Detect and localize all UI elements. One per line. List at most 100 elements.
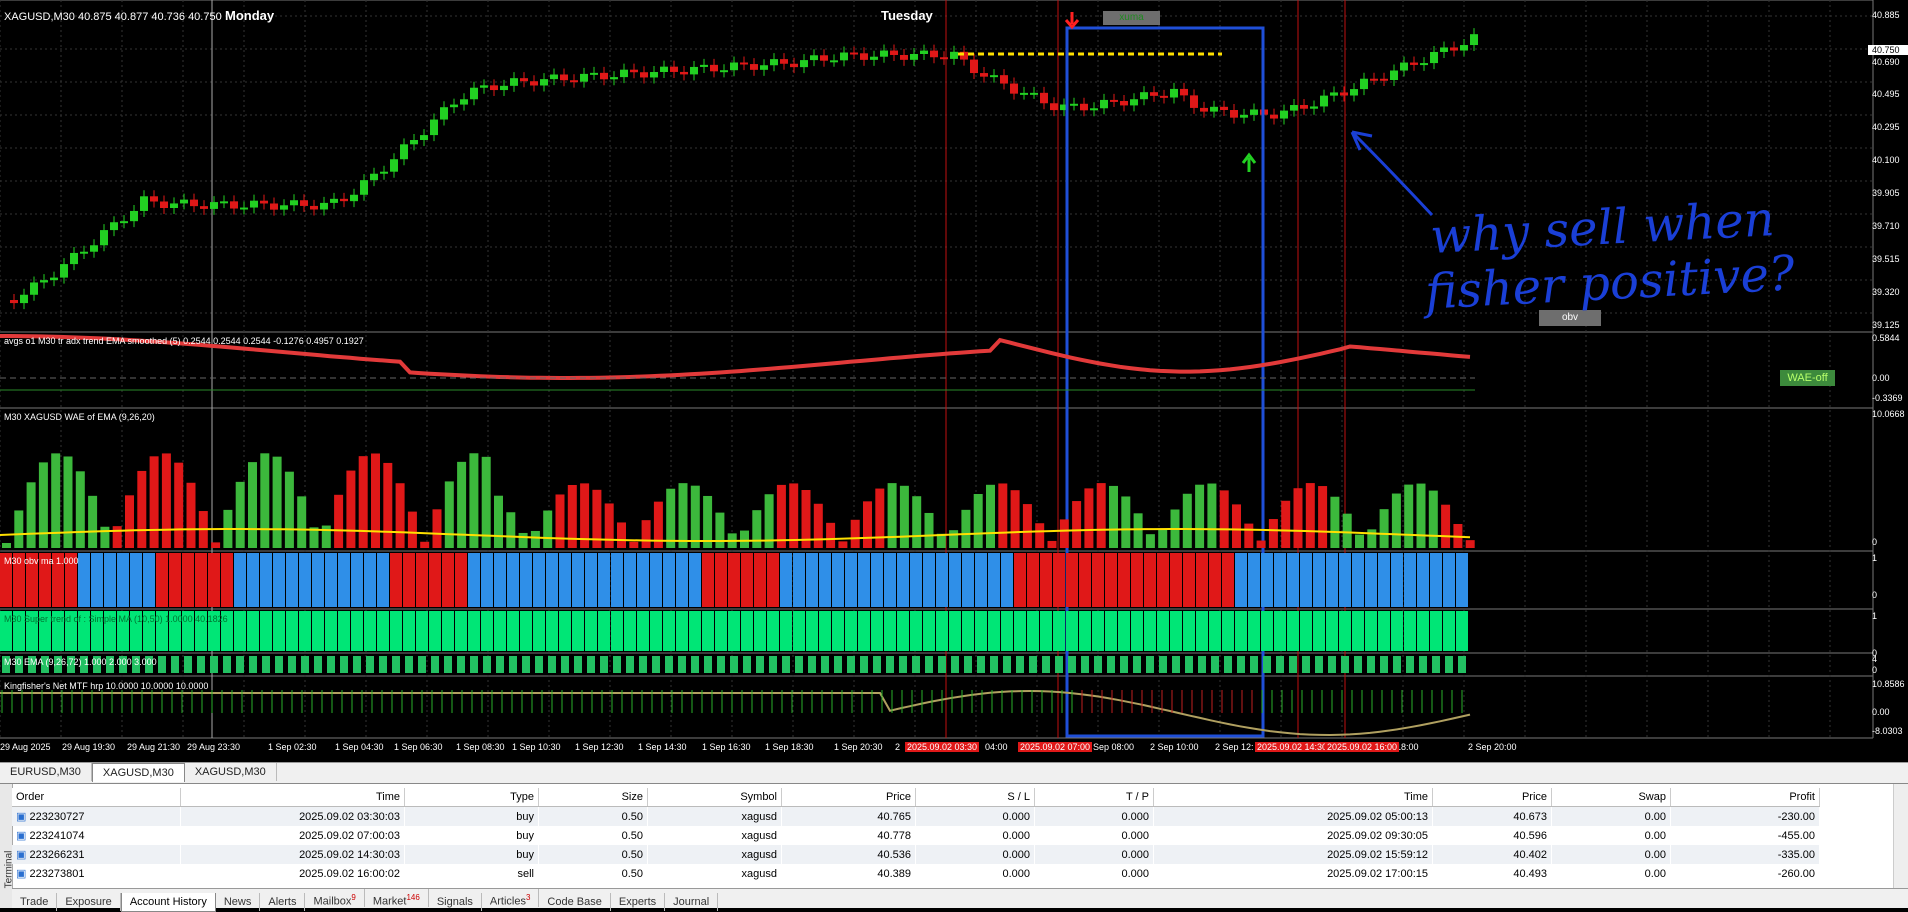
candle-body (970, 59, 978, 74)
obv-bar (299, 553, 311, 607)
candle-body (930, 50, 938, 58)
terminal-tab-alerts[interactable]: Alerts (260, 892, 306, 911)
supertrend-bar (1417, 611, 1429, 651)
history-cell: 40.536 (781, 845, 916, 864)
history-col-header[interactable]: Symbol (647, 788, 782, 807)
candle-body (690, 66, 698, 75)
ema-bar (1354, 656, 1362, 673)
candle-body (540, 79, 548, 86)
ema-bar (1081, 656, 1089, 673)
terminal-tab-account-history[interactable]: Account History (120, 892, 216, 912)
history-col-header[interactable]: Order (12, 788, 181, 807)
obv-bar (637, 553, 649, 607)
obv-bar (845, 553, 857, 607)
terminal-tab-exposure[interactable]: Exposure (57, 892, 121, 911)
obv-bar (1157, 553, 1169, 607)
history-row[interactable]: ▣ 223273801 2025.09.02 16:00:02 sell 0.50 xa… (12, 864, 1820, 883)
obv-bar (1118, 553, 1130, 607)
terminal-tab-articles[interactable]: Articles3 (482, 889, 540, 908)
supertrend-bar (1131, 611, 1143, 651)
account-history-table[interactable]: Order Time Type Size Symbol Price S / LT / P Ti… (12, 788, 1820, 883)
wae-bar (211, 542, 221, 548)
obv-bar (416, 553, 428, 607)
chart-tab-eurusd[interactable]: EURUSD,M30 (0, 763, 92, 781)
history-col-header[interactable]: Swap (1551, 788, 1671, 807)
terminal-tab-journal[interactable]: Journal (665, 892, 719, 911)
history-col-header[interactable]: S / L (915, 788, 1035, 807)
terminal-tab-news[interactable]: News (216, 892, 261, 911)
supertrend-bar (572, 611, 584, 651)
chart-tab-xagusd-active[interactable]: XAGUSD,M30 (91, 763, 185, 782)
history-cell: 2025.09.02 07:00:03 (180, 826, 405, 845)
history-cell-order: ▣ 223266231 (12, 845, 181, 864)
history-row[interactable]: ▣ 223266231 2025.09.02 14:30:03 buy 0.50 xag… (12, 845, 1820, 864)
supertrend-bar (1014, 611, 1026, 651)
day-label-monday: Monday (225, 8, 275, 23)
supertrend-bar (845, 611, 857, 651)
ema-bar (1341, 656, 1349, 673)
ema-bar (1107, 656, 1115, 673)
wae-bar (1391, 493, 1401, 548)
history-scrollbar[interactable] (1893, 784, 1908, 889)
wae-bar (1256, 540, 1266, 548)
supertrend-bar (702, 611, 714, 651)
obv-bar (1001, 553, 1013, 607)
candle-body (1340, 92, 1348, 96)
indicator-axis-label: 4 (1872, 654, 1878, 664)
wae-bar (899, 485, 909, 548)
wae-bar (826, 522, 836, 548)
history-col-header[interactable]: Price (1432, 788, 1552, 807)
terminal-tab-code-base[interactable]: Code Base (539, 892, 611, 911)
terminal-tab-signals[interactable]: Signals (429, 892, 482, 911)
ema-bar (912, 656, 920, 673)
price-axis-label: 40.690 (1872, 57, 1900, 67)
history-col-header[interactable]: T / P (1034, 788, 1154, 807)
candle-body (190, 199, 198, 207)
wae-bar (1428, 490, 1438, 548)
candle-body (1030, 92, 1038, 95)
indicator-axis-label: 0.5844 (1872, 333, 1900, 343)
supertrend-bar (871, 611, 883, 651)
kingfisher-indicator-title: Kingfisher's Net MTF hrp 10.0000 10.0000… (4, 681, 209, 691)
terminal-tab-trade[interactable]: Trade (12, 892, 58, 911)
price-chart[interactable] (0, 0, 1908, 760)
chart-tab-xagusd[interactable]: XAGUSD,M30 (185, 763, 277, 781)
history-col-header[interactable]: Size (538, 788, 648, 807)
terminal-tab-mailbox[interactable]: Mailbox9 (305, 889, 365, 908)
history-col-header[interactable]: Type (404, 788, 539, 807)
ema-bar (418, 656, 426, 673)
history-col-header[interactable]: Price (781, 788, 916, 807)
wae-bar (1010, 490, 1020, 548)
history-col-header[interactable]: Profit (1670, 788, 1820, 807)
history-row[interactable]: ▣ 223230727 2025.09.02 03:30:03 buy 0.50 xag… (12, 806, 1820, 826)
obv-bar (1053, 553, 1065, 607)
ema-bar (1263, 656, 1271, 673)
ema-bar (1393, 656, 1401, 673)
time-axis-label: 1 Sep 02:30 (268, 742, 317, 752)
terminal-tab-experts[interactable]: Experts (611, 892, 666, 911)
supertrend-bar (1391, 611, 1403, 651)
chart-area[interactable]: XAGUSD,M30 40.875 40.877 40.736 40.750 M… (0, 0, 1908, 760)
terminal-tab-market[interactable]: Market146 (365, 889, 429, 908)
history-row[interactable]: ▣ 223241074 2025.09.02 07:00:03 buy 0.50 xag… (12, 826, 1820, 845)
xuma-button[interactable]: xuma (1103, 11, 1160, 25)
candle-body (110, 222, 118, 231)
price-axis-label: 39.515 (1872, 254, 1900, 264)
supertrend-bar (585, 611, 597, 651)
obv-bar (559, 553, 571, 607)
ema-bar (1159, 656, 1167, 673)
wae-bar (26, 482, 36, 548)
wae-bar (371, 453, 380, 548)
obv-bar (208, 553, 220, 607)
history-col-header[interactable]: Time (1153, 788, 1433, 807)
wae-off-badge[interactable]: WAE-off (1780, 370, 1835, 386)
ema-bar (834, 656, 842, 673)
wae-bar (1330, 496, 1340, 548)
supertrend-bar (364, 611, 376, 651)
history-col-header[interactable]: Time (180, 788, 405, 807)
wae-bar (1084, 488, 1094, 548)
supertrend-bar (390, 611, 402, 651)
obv-bar (1170, 553, 1182, 607)
ema-bar (1432, 656, 1440, 673)
wae-bar (260, 453, 270, 548)
